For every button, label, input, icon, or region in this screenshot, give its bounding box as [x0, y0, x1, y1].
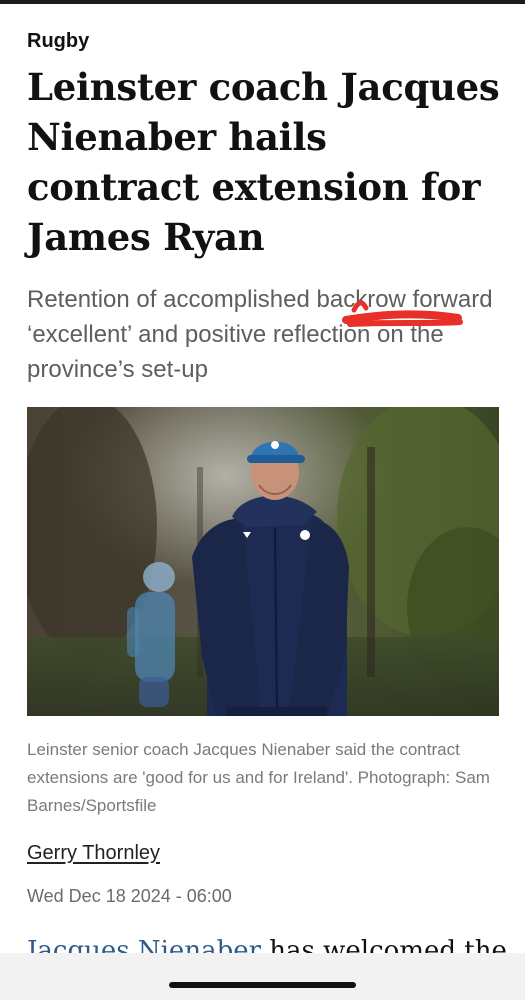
- article-headline: Leinster coach Jacques Nienaber hails co…: [27, 65, 500, 259]
- bottom-bar: [0, 953, 525, 1000]
- photo-caption: Leinster senior coach Jacques Nienaber s…: [27, 740, 490, 815]
- article-photo[interactable]: [27, 407, 499, 720]
- author-link[interactable]: Gerry Thornley: [27, 842, 160, 865]
- section-label[interactable]: Rugby: [27, 30, 89, 53]
- home-indicator[interactable]: [169, 982, 356, 988]
- photo-credit-strip: [27, 716, 499, 721]
- publish-date: Wed Dec 18 2024 - 06:00: [27, 886, 232, 906]
- red-highlight-annotation: [342, 300, 463, 327]
- top-bar: [0, 0, 525, 4]
